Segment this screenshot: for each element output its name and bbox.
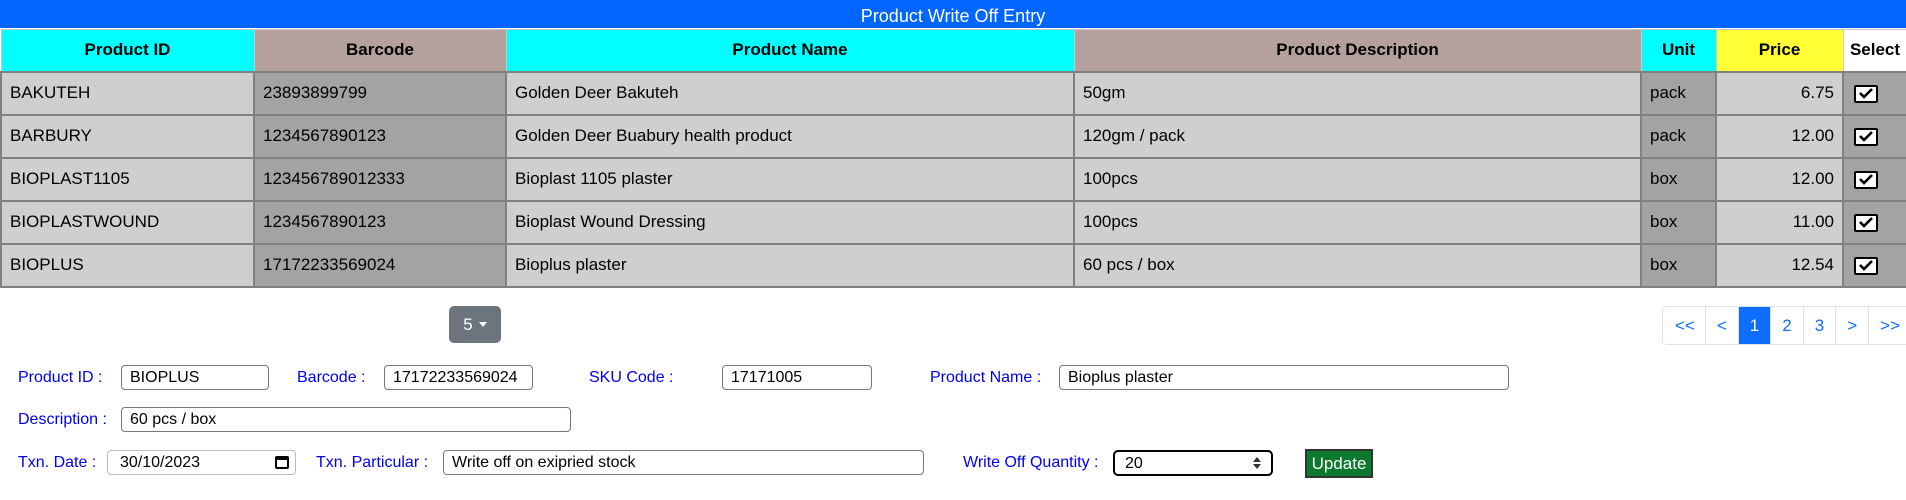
cell-product-description: 100pcs xyxy=(1073,199,1642,245)
col-header-barcode[interactable]: Barcode xyxy=(253,29,507,72)
cell-price: 11.00 xyxy=(1715,199,1844,245)
cell-product-id: BIOPLUS xyxy=(0,242,255,288)
cell-product-name: Golden Deer Bakuteh xyxy=(505,70,1075,116)
barcode-field[interactable]: 17172233569024 xyxy=(384,365,533,390)
check-icon xyxy=(1859,259,1873,271)
select-checkbox[interactable] xyxy=(1854,170,1878,189)
cell-product-id: BIOPLAST1105 xyxy=(0,156,255,202)
update-button[interactable]: Update xyxy=(1305,449,1373,478)
product-id-field[interactable]: BIOPLUS xyxy=(121,365,269,390)
txn-date-field[interactable]: 30/10/2023 xyxy=(107,450,296,475)
write-off-quantity-input[interactable]: 20 xyxy=(1113,450,1273,476)
write-off-quantity-label: Write Off Quantity : xyxy=(963,454,1099,471)
check-icon xyxy=(1859,173,1873,185)
page-1-button[interactable]: 1 xyxy=(1738,307,1772,344)
quantity-spinner[interactable] xyxy=(1253,457,1261,469)
cell-product-description: 50gm xyxy=(1073,70,1642,116)
cell-select xyxy=(1842,242,1906,288)
col-header-product-name[interactable]: Product Name xyxy=(505,29,1075,72)
cell-select xyxy=(1842,199,1906,245)
cell-select xyxy=(1842,156,1906,202)
table-row[interactable]: BIOPLUS 17172233569024 Bioplus plaster 6… xyxy=(0,242,1906,288)
product-id-label: Product ID : xyxy=(18,369,103,386)
page-last-button[interactable]: >> xyxy=(1869,307,1906,344)
page-prev-button[interactable]: < xyxy=(1705,307,1739,344)
page-2-button[interactable]: 2 xyxy=(1771,307,1804,344)
table-row[interactable]: BARBURY 1234567890123 Golden Deer Buabur… xyxy=(0,113,1906,159)
col-header-unit[interactable]: Unit xyxy=(1640,29,1717,72)
cell-barcode: 23893899799 xyxy=(253,70,507,116)
check-icon xyxy=(1859,216,1873,228)
page-3-button[interactable]: 3 xyxy=(1803,307,1837,344)
cell-price: 6.75 xyxy=(1715,70,1844,116)
table-header-row: Product ID Barcode Product Name Product … xyxy=(0,29,1906,72)
product-name-label: Product Name : xyxy=(930,369,1042,386)
cell-product-description: 60 pcs / box xyxy=(1073,242,1642,288)
window-title: Product Write Off Entry xyxy=(0,0,1906,28)
txn-date-label: Txn. Date : xyxy=(18,454,97,471)
cell-product-name: Bioplus plaster xyxy=(505,242,1075,288)
cell-product-id: BAKUTEH xyxy=(0,70,255,116)
cell-unit: box xyxy=(1640,156,1717,202)
cell-barcode: 1234567890123 xyxy=(253,113,507,159)
product-name-field[interactable]: Bioplus plaster xyxy=(1059,365,1509,390)
select-checkbox[interactable] xyxy=(1854,256,1878,275)
barcode-label: Barcode : xyxy=(297,369,366,386)
cell-barcode: 17172233569024 xyxy=(253,242,507,288)
col-header-product-description[interactable]: Product Description xyxy=(1073,29,1642,72)
select-checkbox[interactable] xyxy=(1854,127,1878,146)
cell-product-id: BIOPLASTWOUND xyxy=(0,199,255,245)
check-icon xyxy=(1859,130,1873,142)
spinner-up-icon[interactable] xyxy=(1253,457,1261,462)
cell-product-name: Bioplast 1105 plaster xyxy=(505,156,1075,202)
calendar-icon[interactable] xyxy=(275,456,289,469)
sku-code-label: SKU Code : xyxy=(589,369,674,386)
cell-product-description: 120gm / pack xyxy=(1073,113,1642,159)
cell-select xyxy=(1842,113,1906,159)
cell-product-name: Golden Deer Buabury health product xyxy=(505,113,1075,159)
col-header-product-id[interactable]: Product ID xyxy=(0,29,255,72)
cell-unit: box xyxy=(1640,199,1717,245)
page-size-value: 5 xyxy=(463,314,473,334)
cell-price: 12.54 xyxy=(1715,242,1844,288)
cell-unit: pack xyxy=(1640,70,1717,116)
txn-date-value: 30/10/2023 xyxy=(120,454,201,471)
table-row[interactable]: BAKUTEH 23893899799 Golden Deer Bakuteh … xyxy=(0,70,1906,116)
write-off-quantity-value: 20 xyxy=(1125,454,1143,472)
description-label: Description : xyxy=(18,411,107,428)
cell-barcode: 1234567890123 xyxy=(253,199,507,245)
txn-particular-label: Txn. Particular : xyxy=(316,454,429,471)
select-checkbox[interactable] xyxy=(1854,84,1878,103)
spinner-down-icon[interactable] xyxy=(1253,464,1261,469)
cell-product-description: 100pcs xyxy=(1073,156,1642,202)
cell-price: 12.00 xyxy=(1715,156,1844,202)
select-checkbox[interactable] xyxy=(1854,213,1878,232)
product-table: Product ID Barcode Product Name Product … xyxy=(0,29,1906,288)
page-next-button[interactable]: > xyxy=(1836,307,1870,344)
cell-unit: box xyxy=(1640,242,1717,288)
pagination: << < 1 2 3 > >> xyxy=(1662,306,1906,345)
table-row[interactable]: BIOPLAST1105 123456789012333 Bioplast 11… xyxy=(0,156,1906,202)
cell-product-id: BARBURY xyxy=(0,113,255,159)
description-field[interactable]: 60 pcs / box xyxy=(121,407,571,432)
check-icon xyxy=(1859,87,1873,99)
cell-unit: pack xyxy=(1640,113,1717,159)
cell-price: 12.00 xyxy=(1715,113,1844,159)
caret-down-icon xyxy=(478,322,487,327)
cell-select xyxy=(1842,70,1906,116)
col-header-select: Select xyxy=(1842,29,1906,72)
page-first-button[interactable]: << xyxy=(1663,307,1706,344)
col-header-price[interactable]: Price xyxy=(1715,29,1844,72)
page-size-dropdown[interactable]: 5 xyxy=(449,306,501,343)
cell-product-name: Bioplast Wound Dressing xyxy=(505,199,1075,245)
txn-particular-field[interactable]: Write off on exipried stock xyxy=(443,450,924,475)
cell-barcode: 123456789012333 xyxy=(253,156,507,202)
sku-code-field[interactable]: 17171005 xyxy=(722,365,872,390)
table-row[interactable]: BIOPLASTWOUND 1234567890123 Bioplast Wou… xyxy=(0,199,1906,245)
